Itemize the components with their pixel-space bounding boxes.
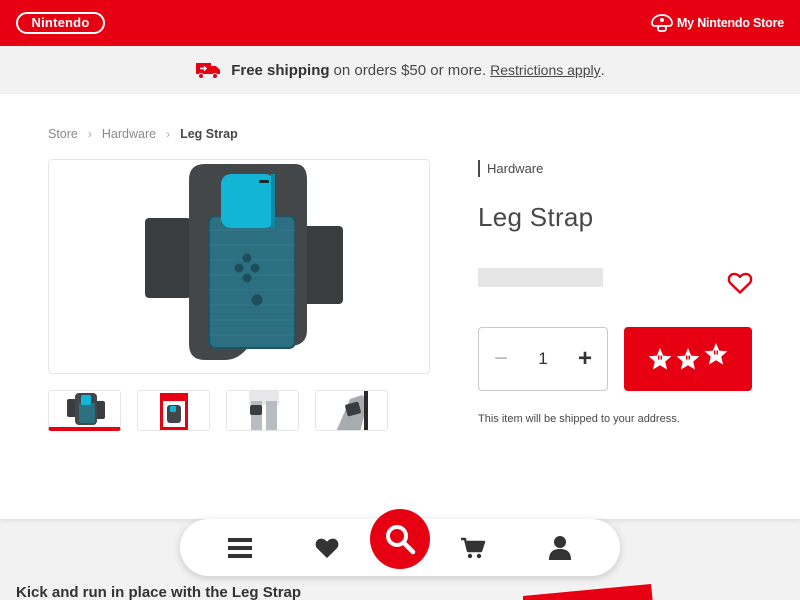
add-to-cart-button[interactable]: [624, 327, 752, 391]
cart-button[interactable]: [459, 534, 487, 562]
wishlist-button[interactable]: [727, 271, 753, 295]
truck-icon: [196, 63, 221, 79]
chevron-right-icon: ›: [87, 127, 92, 141]
breadcrumb-store[interactable]: Store: [48, 127, 78, 141]
decrease-quantity-button[interactable]: −: [493, 345, 509, 373]
product-category[interactable]: Hardware: [478, 160, 543, 177]
wishlist-nav-button[interactable]: [313, 534, 341, 562]
lifestyle-thumbnail: [336, 391, 368, 430]
menu-icon: [228, 538, 252, 558]
shipping-trailing: .: [600, 61, 605, 79]
menu-button[interactable]: [226, 534, 254, 562]
product-section: Store › Hardware › Leg Strap Hardware Le…: [0, 94, 800, 519]
cart-icon: [461, 537, 486, 559]
shipping-banner: Free shipping on orders $50 or more. Res…: [0, 46, 800, 94]
star-icon: [648, 343, 728, 370]
promo-banner-shape: [523, 584, 653, 600]
thumbnail-1[interactable]: [48, 390, 121, 431]
quantity-value[interactable]: 1: [538, 349, 547, 369]
search-button[interactable]: [370, 509, 430, 569]
lifestyle-thumbnail: [249, 391, 279, 430]
account-button[interactable]: [546, 534, 574, 562]
breadcrumb-hardware[interactable]: Hardware: [102, 127, 156, 141]
quantity-stepper[interactable]: − 1 +: [478, 327, 608, 391]
breadcrumb: Store › Hardware › Leg Strap: [48, 127, 238, 141]
thumbnail-2[interactable]: [137, 390, 210, 431]
my-nintendo-store-link[interactable]: My Nintendo Store: [651, 13, 784, 33]
breadcrumb-current: Leg Strap: [180, 127, 238, 141]
increase-quantity-button[interactable]: +: [577, 345, 593, 373]
price-placeholder: [478, 268, 603, 287]
my-nintendo-store-label: My Nintendo Store: [676, 16, 784, 30]
product-image[interactable]: [48, 159, 430, 374]
chevron-right-icon: ›: [166, 127, 171, 141]
leg-strap-image: [145, 164, 343, 360]
packaging-thumbnail: [160, 393, 188, 430]
thumbnail-strip: [48, 390, 404, 431]
restrictions-link[interactable]: Restrictions apply: [490, 62, 601, 78]
section-heading: Kick and run in place with the Leg Strap: [16, 584, 302, 600]
thumbnail-4[interactable]: [315, 390, 388, 431]
nintendo-logo[interactable]: Nintendo: [16, 12, 105, 34]
thumbnail-3[interactable]: [226, 390, 299, 431]
shipping-note: This item will be shipped to your addres…: [478, 413, 680, 425]
heart-icon: [727, 272, 753, 294]
product-title: Leg Strap: [478, 202, 594, 232]
top-header: Nintendo My Nintendo Store: [0, 0, 800, 46]
free-shipping-label: Free shipping: [231, 61, 330, 79]
search-icon: [386, 525, 416, 555]
wishlist-icon: [315, 538, 339, 558]
mushroom-icon: [651, 14, 673, 32]
leg-strap-thumbnail: [67, 393, 105, 425]
shipping-text: on orders $50 or more.: [333, 61, 487, 79]
account-icon: [549, 536, 571, 560]
bottom-navigation: [180, 509, 620, 576]
